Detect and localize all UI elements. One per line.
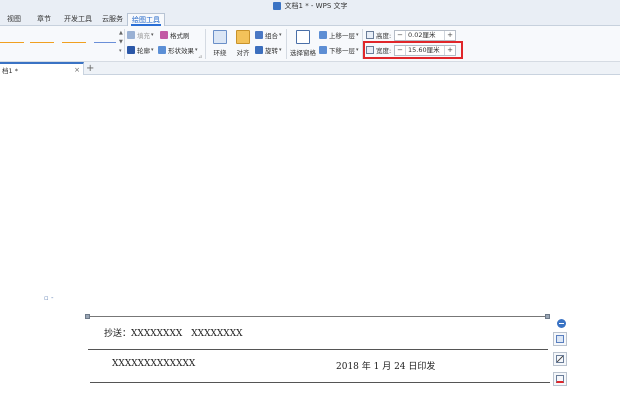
paragraph-mark-icon[interactable]: ▫ - [44,294,54,302]
layout-options-icon [556,335,564,343]
ribbon-separator [124,29,125,59]
line-style-icon [556,355,564,363]
fill-bucket-icon [127,31,135,39]
group-button[interactable]: 组合 ▾ [255,30,282,40]
height-spinner: − 0.02厘米 + [394,29,456,41]
chevron-down-icon: ▾ [279,32,282,38]
outline-pen-icon [127,46,135,54]
chevron-down-icon: ▾ [151,47,154,53]
close-icon[interactable]: × [73,66,81,74]
wrap-text-icon [213,30,227,44]
document-tab-name: 档1 * [2,66,18,75]
align-button[interactable]: 对齐 [230,28,256,60]
ribbon-toolbar: ▲ ▼ ▾ 填充 ▾ 格式刷 轮廓 ▾ 形状效果 ▾ ⊿ 环绕 对齐 组合 ▾ … [0,26,620,62]
resize-handle-left[interactable] [85,314,90,319]
shape-effect-icon [158,46,166,54]
dialog-launcher-icon[interactable]: ⊿ [198,54,202,60]
selection-pane-button[interactable]: 选择窗格 [289,28,317,60]
fill-button[interactable]: 填充 ▾ [127,30,154,40]
height-input[interactable]: 0.02厘米 [405,30,445,40]
window-title: 文档1 * - WPS 文字 [284,2,348,10]
height-control: 高度: − 0.02厘米 + [366,29,460,41]
new-tab-button[interactable]: + [86,62,94,75]
tab-drawing-tools[interactable]: 绘图工具 [127,13,165,26]
tab-view[interactable]: 视图 [3,13,25,26]
align-icon [236,30,250,44]
send-backward-button[interactable]: 下移一层 ▾ [319,45,359,55]
line-style-sample-4[interactable] [94,42,116,43]
resize-handle-right[interactable] [545,314,550,319]
rotate-icon [255,46,263,54]
group-icon [255,31,263,39]
selection-pane-icon [296,30,310,44]
tab-chapter[interactable]: 章节 [33,13,55,26]
line-style-sample-3[interactable] [62,42,86,43]
title-bar: 文档1 * - WPS 文字 [0,0,620,12]
selected-horizontal-line[interactable] [88,316,548,317]
wps-app-icon [272,2,281,10]
issuing-org-text: XXXXXXXXXXXXX [112,359,196,369]
height-increase-button[interactable]: + [445,31,455,40]
issue-date-text: 2018 年 1 月 24 日印发 [336,362,436,372]
format-painter-button[interactable]: 格式刷 [160,30,190,40]
tab-developer-tools[interactable]: 开发工具 [60,13,96,26]
bring-forward-button[interactable]: 上移一层 ▾ [319,30,359,40]
width-highlight-box [363,41,463,59]
shape-style-button[interactable] [553,352,567,366]
gallery-scroll-up-icon[interactable]: ▲ [119,30,123,36]
outline-color-button[interactable] [553,372,567,386]
height-icon [366,31,374,39]
rotate-button[interactable]: 旋转 ▾ [255,45,282,55]
outline-color-icon [556,375,564,383]
line-style-sample-2[interactable] [30,42,54,43]
chevron-down-icon: ▾ [356,32,359,38]
menu-tab-bar: 视图 章节 开发工具 云服务 绘图工具 [0,12,620,26]
bring-forward-icon [319,31,327,39]
line-style-sample-1[interactable] [0,42,24,43]
chevron-down-icon: ▾ [195,47,198,53]
send-backward-icon [319,46,327,54]
height-label: 高度: [376,32,392,40]
document-page[interactable]: ▫ - 抄送：XXXXXXXX XXXXXXXX XXXXXXXXXXXXX 2… [0,76,620,416]
tab-cloud-service[interactable]: 云服务 [98,13,127,26]
layout-options-button[interactable] [553,332,567,346]
document-tab-bar: 档1 * × + [0,62,620,75]
chevron-down-icon: ▾ [279,47,282,53]
document-tab[interactable]: 档1 * × [0,62,84,75]
chevron-down-icon: ▾ [356,47,359,53]
height-decrease-button[interactable]: − [395,31,405,40]
gallery-scroll-down-icon[interactable]: ▼ [119,39,123,45]
gallery-expand-icon[interactable]: ▾ [119,48,122,54]
bottom-divider-line[interactable] [90,382,550,383]
cc-line-text: 抄送：XXXXXXXX XXXXXXXX [104,329,243,339]
outline-button[interactable]: 轮廓 ▾ [127,45,154,55]
collapse-icon[interactable] [557,319,566,328]
chevron-down-icon: ▾ [151,32,154,38]
ribbon-separator [205,29,206,59]
shape-effect-button[interactable]: 形状效果 ▾ [158,45,198,55]
ribbon-separator [286,29,287,59]
divider-line[interactable] [88,349,548,350]
brush-icon [160,31,168,39]
